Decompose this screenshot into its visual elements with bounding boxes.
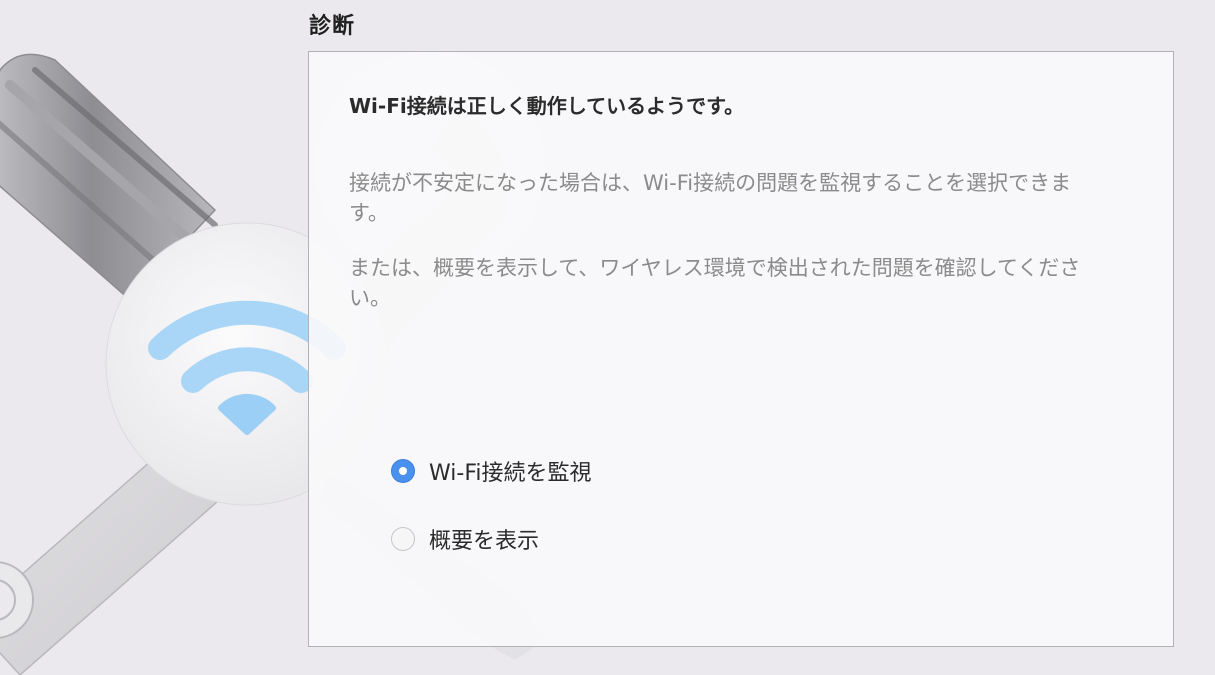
radio-unselected-icon[interactable] <box>391 527 415 551</box>
option-monitor-wifi[interactable]: Wi-Fi接続を監視 <box>391 455 592 487</box>
description-paragraph-1: 接続が不安定になった場合は、Wi-Fi接続の問題を監視することを選択できます。 <box>349 171 1072 225</box>
section-title: 診断 <box>309 14 356 39</box>
status-headline: Wi-Fi接続は正しく動作しているようです。 <box>349 94 745 118</box>
radio-selected-icon[interactable] <box>391 459 415 483</box>
option-label: 概要を表示 <box>429 529 540 554</box>
wireless-diagnostics-window: 診断 Wi-Fi接続は正しく動作しているようです。 接続が不安定になった場合は、… <box>0 0 1215 675</box>
option-show-summary[interactable]: 概要を表示 <box>391 523 539 555</box>
description-paragraph-2: または、概要を表示して、ワイヤレス環境で検出された問題を確認してください。 <box>349 256 1081 310</box>
option-label: Wi-Fi接続を監視 <box>429 461 592 486</box>
diagnostics-panel: Wi-Fi接続は正しく動作しているようです。 接続が不安定になった場合は、Wi-… <box>308 51 1174 647</box>
